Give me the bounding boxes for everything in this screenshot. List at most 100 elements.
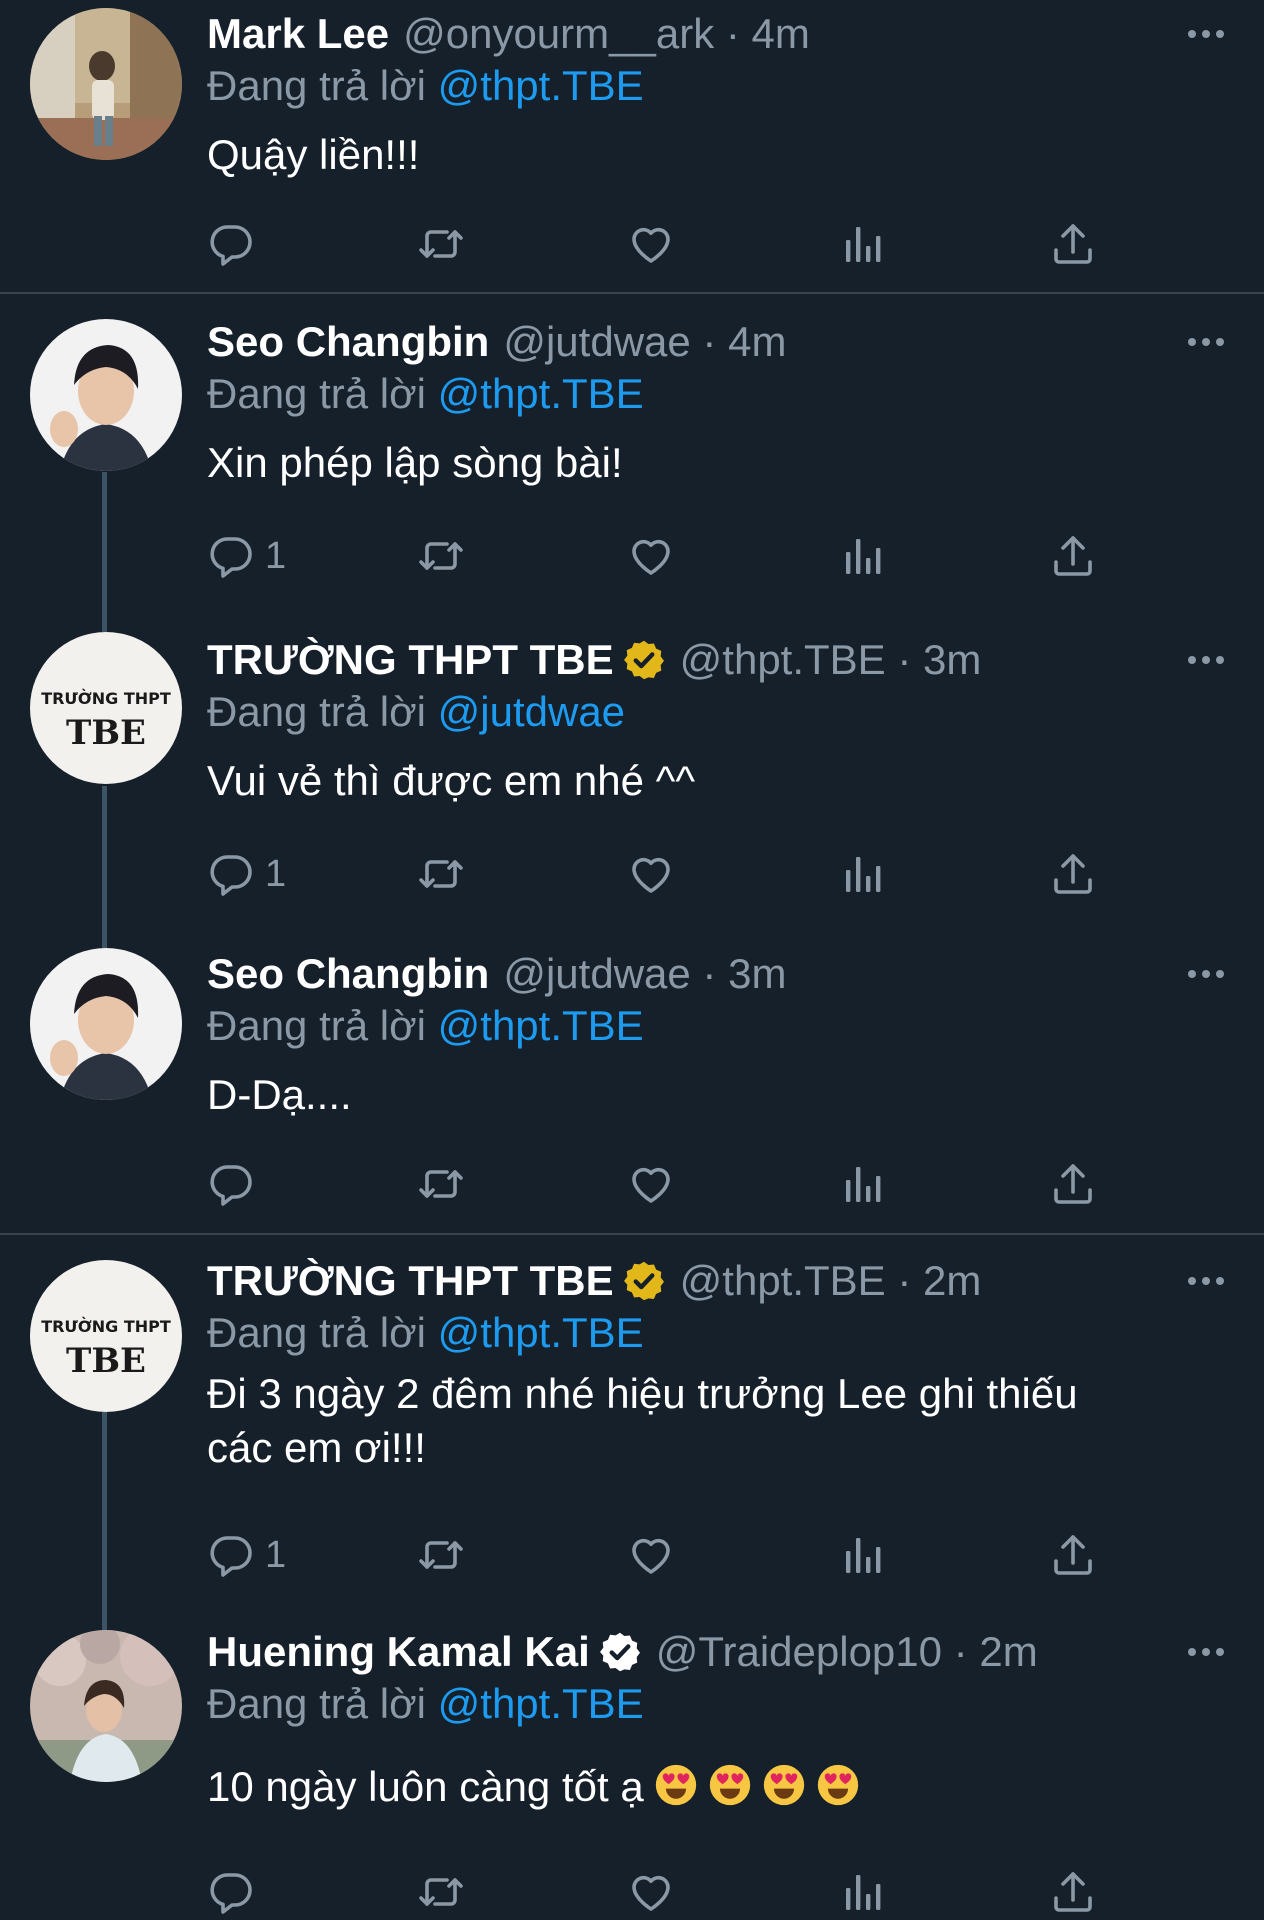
retweet-button[interactable]	[417, 1527, 465, 1583]
like-button[interactable]	[627, 1527, 675, 1583]
reply-button[interactable]: 1	[207, 1527, 286, 1583]
like-button[interactable]	[627, 216, 675, 272]
handle[interactable]: @Traideplop10	[656, 1628, 942, 1675]
display-name[interactable]: Seo Changbin	[207, 950, 489, 998]
mention-link[interactable]: @jutdwae	[438, 688, 625, 735]
timestamp[interactable]: 3m	[728, 950, 786, 997]
more-icon[interactable]	[1186, 1275, 1226, 1287]
retweet-button[interactable]	[417, 528, 465, 584]
timestamp[interactable]: 3m	[923, 636, 981, 683]
timestamp[interactable]: 2m	[923, 1257, 981, 1304]
action-bar: 1	[207, 1527, 1107, 1583]
tweet[interactable]: Huening Kamal Kai @Traideplop10 · 2m Đan…	[0, 1610, 1264, 1920]
analytics-icon	[839, 1868, 887, 1916]
heart-eyes-emoji	[708, 1763, 752, 1807]
more-icon[interactable]	[1186, 28, 1226, 40]
analytics-icon	[839, 220, 887, 268]
handle[interactable]: @onyourm__ark	[403, 10, 714, 57]
mention-link[interactable]: @thpt.TBE	[438, 1309, 644, 1356]
mention-link[interactable]: @thpt.TBE	[438, 62, 644, 109]
reply-button[interactable]	[207, 1156, 265, 1212]
more-icon[interactable]	[1186, 968, 1226, 980]
like-icon	[627, 1868, 675, 1916]
analytics-button[interactable]	[839, 1864, 887, 1920]
tweet-text: Xin phép lập sòng bài!	[207, 436, 1187, 490]
display-name[interactable]: Mark Lee	[207, 10, 389, 58]
tweet[interactable]: TRƯỜNG THPT TBE TRƯỜNG THPT TBE @thpt.TB…	[0, 612, 1264, 928]
replying-prefix: Đang trả lời	[207, 1309, 426, 1356]
reply-button[interactable]: 1	[207, 846, 286, 902]
analytics-button[interactable]	[839, 528, 887, 584]
more-icon[interactable]	[1186, 654, 1226, 666]
mention-link[interactable]: @thpt.TBE	[438, 370, 644, 417]
analytics-button[interactable]	[839, 216, 887, 272]
reply-icon	[207, 850, 255, 898]
logo-text-bottom: TBE	[66, 1341, 146, 1381]
like-button[interactable]	[627, 1156, 675, 1212]
verified-gold-badge-icon	[622, 1259, 666, 1303]
handle-and-time: @thpt.TBE · 3m	[680, 636, 982, 684]
reply-button[interactable]	[207, 216, 265, 272]
display-name[interactable]: TRƯỜNG THPT TBE	[207, 636, 614, 684]
display-name[interactable]: Huening Kamal Kai	[207, 1628, 590, 1676]
like-button[interactable]	[627, 846, 675, 902]
tweet[interactable]: Seo Changbin @jutdwae · 4m Đang trả lời …	[0, 294, 1264, 612]
timestamp[interactable]: 4m	[728, 318, 786, 365]
share-button[interactable]	[1049, 846, 1097, 902]
share-button[interactable]	[1049, 1864, 1097, 1920]
share-button[interactable]	[1049, 1527, 1097, 1583]
separator: ·	[953, 1628, 968, 1675]
tweet[interactable]: Seo Changbin @jutdwae · 3m Đang trả lời …	[0, 928, 1264, 1233]
avatar[interactable]	[30, 1630, 182, 1782]
retweet-button[interactable]	[417, 1864, 465, 1920]
share-button[interactable]	[1049, 1156, 1097, 1212]
share-icon	[1049, 850, 1097, 898]
share-button[interactable]	[1049, 216, 1097, 272]
verified-gold-badge-icon	[622, 638, 666, 682]
replying-to: Đang trả lời @thpt.TBE	[207, 62, 644, 110]
more-icon[interactable]	[1186, 336, 1226, 348]
display-name[interactable]: Seo Changbin	[207, 318, 489, 366]
timestamp[interactable]: 4m	[752, 10, 810, 57]
retweet-button[interactable]	[417, 216, 465, 272]
tweet[interactable]: TRƯỜNG THPT TBE TRƯỜNG THPT TBE @thpt.TB…	[0, 1235, 1264, 1610]
reply-button[interactable]	[207, 1864, 265, 1920]
retweet-icon	[417, 1160, 465, 1208]
retweet-button[interactable]	[417, 1156, 465, 1212]
handle[interactable]: @thpt.TBE	[680, 636, 886, 683]
avatar[interactable]: TRƯỜNG THPT TBE	[30, 1260, 182, 1412]
display-name[interactable]: TRƯỜNG THPT TBE	[207, 1257, 614, 1305]
share-icon	[1049, 532, 1097, 580]
tweet-text: Quậy liền!!!	[207, 128, 1187, 182]
like-icon	[627, 1160, 675, 1208]
mention-link[interactable]: @thpt.TBE	[438, 1002, 644, 1049]
avatar[interactable]	[30, 8, 182, 160]
seo-changbin-photo-avatar	[30, 948, 182, 1100]
replying-to: Đang trả lời @jutdwae	[207, 688, 625, 736]
reply-button[interactable]: 1	[207, 528, 286, 584]
share-icon	[1049, 1868, 1097, 1916]
action-bar	[207, 1864, 1107, 1920]
handle[interactable]: @thpt.TBE	[680, 1257, 886, 1304]
like-button[interactable]	[627, 528, 675, 584]
more-icon[interactable]	[1186, 1646, 1226, 1658]
action-bar	[207, 1156, 1107, 1212]
avatar[interactable]: TRƯỜNG THPT TBE	[30, 632, 182, 784]
avatar[interactable]	[30, 948, 182, 1100]
tweet[interactable]: Mark Lee @onyourm__ark · 4m Đang trả lời…	[0, 0, 1264, 292]
reply-icon	[207, 1531, 255, 1579]
mention-link[interactable]: @thpt.TBE	[438, 1680, 644, 1727]
share-button[interactable]	[1049, 528, 1097, 584]
handle-and-time: @thpt.TBE · 2m	[680, 1257, 982, 1305]
retweet-button[interactable]	[417, 846, 465, 902]
handle[interactable]: @jutdwae	[503, 950, 690, 997]
avatar[interactable]	[30, 319, 182, 471]
analytics-button[interactable]	[839, 1527, 887, 1583]
like-button[interactable]	[627, 1864, 675, 1920]
school-logo-avatar: TRƯỜNG THPT TBE	[30, 1260, 182, 1412]
handle[interactable]: @jutdwae	[503, 318, 690, 365]
timestamp[interactable]: 2m	[979, 1628, 1037, 1675]
analytics-button[interactable]	[839, 1156, 887, 1212]
analytics-button[interactable]	[839, 846, 887, 902]
logo-text-top: TRƯỜNG THPT	[41, 1317, 171, 1336]
